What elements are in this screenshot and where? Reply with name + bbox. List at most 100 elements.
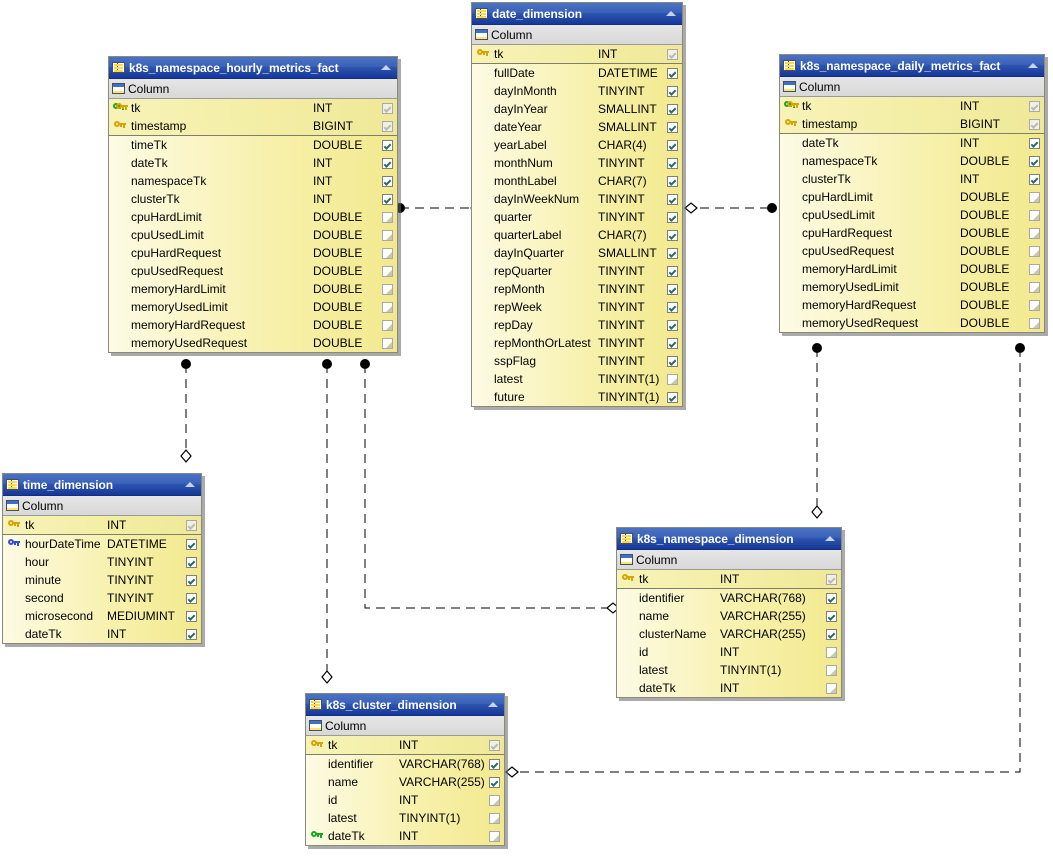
column-checkbox-cell[interactable] xyxy=(1024,118,1044,130)
column-checkbox-cell[interactable] xyxy=(1024,317,1044,329)
column-checkbox-unchecked[interactable] xyxy=(1028,281,1040,293)
column-checkbox-cell[interactable] xyxy=(662,139,682,151)
column-row[interactable]: dayInYear SMALLINT xyxy=(472,100,682,118)
column-row[interactable]: dayInWeekNum TINYINT xyxy=(472,190,682,208)
column-row[interactable]: cpuHardRequest DOUBLE xyxy=(109,244,397,262)
column-row[interactable]: cpuHardRequest DOUBLE xyxy=(780,224,1044,242)
column-row[interactable]: repMonthOrLatest TINYINT xyxy=(472,334,682,352)
column-row[interactable]: cpuUsedLimit DOUBLE xyxy=(780,206,1044,224)
column-checkbox-cell[interactable] xyxy=(377,229,397,241)
column-checkbox-cell[interactable] xyxy=(662,211,682,223)
column-checkbox-checked-disabled[interactable] xyxy=(185,519,197,531)
column-row[interactable]: repMonth TINYINT xyxy=(472,280,682,298)
column-checkbox-unchecked[interactable] xyxy=(381,211,393,223)
column-checkbox-unchecked[interactable] xyxy=(1028,245,1040,257)
table-title-bar[interactable]: k8s_namespace_hourly_metrics_fact xyxy=(109,57,397,79)
column-checkbox-cell[interactable] xyxy=(821,682,841,694)
column-row[interactable]: clusterTk INT xyxy=(109,190,397,208)
column-checkbox-checked[interactable] xyxy=(185,628,197,640)
column-row[interactable]: monthLabel CHAR(7) xyxy=(472,172,682,190)
column-row[interactable]: fullDate DATETIME xyxy=(472,64,682,82)
column-row[interactable]: dateTk INT xyxy=(3,625,201,643)
table-time_dimension[interactable]: time_dimension Column tk INT hourDateTime DAT… xyxy=(2,473,202,644)
column-checkbox-checked[interactable] xyxy=(185,556,197,568)
column-checkbox-cell[interactable] xyxy=(377,283,397,295)
column-checkbox-cell[interactable] xyxy=(181,556,201,568)
column-checkbox-cell[interactable] xyxy=(377,265,397,277)
column-checkbox-unchecked[interactable] xyxy=(381,301,393,313)
column-checkbox-unchecked[interactable] xyxy=(825,664,837,676)
column-row[interactable]: identifier VARCHAR(768) xyxy=(617,589,841,607)
column-row[interactable]: memoryUsedLimit DOUBLE xyxy=(109,298,397,316)
collapse-chevron-up-icon[interactable] xyxy=(1026,59,1041,72)
column-checkbox-unchecked[interactable] xyxy=(381,319,393,331)
column-checkbox-checked[interactable] xyxy=(666,67,678,79)
column-row[interactable]: namespaceTk INT xyxy=(109,172,397,190)
column-checkbox-checked-disabled[interactable] xyxy=(381,120,393,132)
column-checkbox-cell[interactable] xyxy=(181,574,201,586)
column-checkbox-cell[interactable] xyxy=(377,102,397,114)
column-checkbox-cell[interactable] xyxy=(662,265,682,277)
column-row[interactable]: cpuHardLimit DOUBLE xyxy=(109,208,397,226)
column-checkbox-cell[interactable] xyxy=(377,157,397,169)
column-checkbox-checked[interactable] xyxy=(666,301,678,313)
column-checkbox-cell[interactable] xyxy=(662,103,682,115)
column-checkbox-cell[interactable] xyxy=(484,758,504,770)
column-checkbox-checked-disabled[interactable] xyxy=(381,102,393,114)
column-checkbox-checked[interactable] xyxy=(488,758,500,770)
column-checkbox-checked-disabled[interactable] xyxy=(825,573,837,585)
column-checkbox-cell[interactable] xyxy=(181,592,201,604)
column-checkbox-checked-disabled[interactable] xyxy=(1028,118,1040,130)
column-row[interactable]: latest TINYINT(1) xyxy=(306,809,504,827)
primary-key-row[interactable]: timestamp BIGINT xyxy=(780,115,1044,133)
column-checkbox-cell[interactable] xyxy=(1024,263,1044,275)
column-checkbox-cell[interactable] xyxy=(377,139,397,151)
column-checkbox-cell[interactable] xyxy=(662,301,682,313)
column-checkbox-checked[interactable] xyxy=(666,391,678,403)
column-checkbox-cell[interactable] xyxy=(662,319,682,331)
column-checkbox-checked[interactable] xyxy=(381,139,393,151)
column-checkbox-unchecked[interactable] xyxy=(381,229,393,241)
column-checkbox-checked[interactable] xyxy=(825,592,837,604)
column-checkbox-cell[interactable] xyxy=(484,830,504,842)
column-checkbox-cell[interactable] xyxy=(484,776,504,788)
primary-key-row[interactable]: tk INT xyxy=(306,736,504,754)
column-checkbox-cell[interactable] xyxy=(181,538,201,550)
column-checkbox-checked[interactable] xyxy=(666,193,678,205)
column-checkbox-unchecked[interactable] xyxy=(825,646,837,658)
column-checkbox-checked[interactable] xyxy=(666,247,678,259)
column-checkbox-cell[interactable] xyxy=(662,48,682,60)
column-checkbox-checked[interactable] xyxy=(666,85,678,97)
column-row[interactable]: dateTk INT xyxy=(109,154,397,172)
column-row[interactable]: dateTk INT xyxy=(780,134,1044,152)
column-checkbox-cell[interactable] xyxy=(821,592,841,604)
column-checkbox-cell[interactable] xyxy=(662,355,682,367)
column-row[interactable]: repWeek TINYINT xyxy=(472,298,682,316)
column-row[interactable]: memoryHardLimit DOUBLE xyxy=(780,260,1044,278)
table-date_dimension[interactable]: date_dimension Column tk INT fullDate DATETIM… xyxy=(471,2,683,407)
column-checkbox-unchecked[interactable] xyxy=(488,812,500,824)
column-checkbox-cell[interactable] xyxy=(1024,100,1044,112)
column-row[interactable]: memoryHardRequest DOUBLE xyxy=(109,316,397,334)
column-checkbox-checked[interactable] xyxy=(185,538,197,550)
column-checkbox-checked-disabled[interactable] xyxy=(1028,100,1040,112)
column-checkbox-cell[interactable] xyxy=(1024,173,1044,185)
column-checkbox-checked[interactable] xyxy=(666,229,678,241)
column-checkbox-unchecked[interactable] xyxy=(1028,191,1040,203)
column-checkbox-cell[interactable] xyxy=(821,664,841,676)
column-checkbox-cell[interactable] xyxy=(181,610,201,622)
column-row[interactable]: clusterTk INT xyxy=(780,170,1044,188)
column-checkbox-cell[interactable] xyxy=(484,812,504,824)
column-checkbox-cell[interactable] xyxy=(821,573,841,585)
column-checkbox-cell[interactable] xyxy=(377,319,397,331)
column-row[interactable]: name VARCHAR(255) xyxy=(306,773,504,791)
column-checkbox-cell[interactable] xyxy=(377,193,397,205)
column-checkbox-checked[interactable] xyxy=(1028,137,1040,149)
column-checkbox-cell[interactable] xyxy=(662,85,682,97)
column-checkbox-cell[interactable] xyxy=(662,175,682,187)
column-checkbox-cell[interactable] xyxy=(377,337,397,349)
column-row[interactable]: dateYear SMALLINT xyxy=(472,118,682,136)
column-row[interactable]: memoryUsedRequest DOUBLE xyxy=(109,334,397,352)
column-checkbox-checked[interactable] xyxy=(666,283,678,295)
column-checkbox-cell[interactable] xyxy=(1024,281,1044,293)
